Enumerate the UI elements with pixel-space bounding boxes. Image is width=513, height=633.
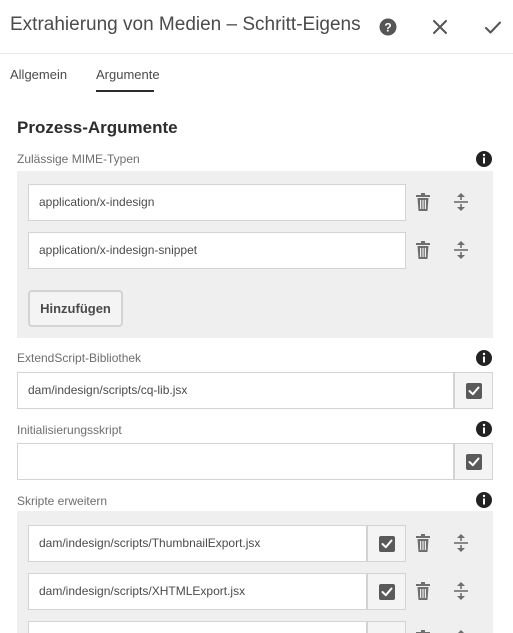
checkbox-icon — [378, 535, 395, 552]
trash-icon — [416, 241, 430, 259]
extend-scripts-multifield: dam/indesign/scripts/ThumbnailExport.jsx — [17, 511, 493, 633]
info-icon[interactable] — [475, 150, 493, 168]
help-button[interactable]: ? — [371, 10, 405, 44]
extend-script-input[interactable]: dam/indesign/scripts/ThumbnailExport.jsx — [28, 525, 367, 562]
checkbox-icon — [378, 583, 395, 600]
browse-button[interactable] — [454, 443, 493, 480]
reorder-handle[interactable] — [450, 532, 472, 554]
svg-text:?: ? — [384, 21, 391, 35]
mime-types-multifield: application/x-indesign application/x-ind… — [17, 171, 493, 338]
info-icon[interactable] — [475, 420, 493, 438]
mime-type-input[interactable]: application/x-indesign — [28, 184, 406, 221]
browse-button[interactable] — [367, 621, 406, 633]
drag-handle-icon — [454, 193, 468, 211]
reorder-handle[interactable] — [450, 191, 472, 213]
extend-scripts-label: Skripte erweitern — [17, 494, 108, 508]
reorder-handle[interactable] — [450, 239, 472, 261]
delete-button[interactable] — [412, 580, 434, 602]
tab-argumente[interactable]: Argumente — [96, 67, 160, 82]
reorder-handle[interactable] — [450, 628, 472, 633]
process-arguments-panel[interactable]: Prozess-Argumente Zulässige MIME-Typen a… — [0, 96, 513, 633]
drag-handle-icon — [454, 582, 468, 600]
browse-button[interactable] — [367, 573, 406, 610]
trash-icon — [416, 534, 430, 552]
checkbox-icon — [465, 382, 482, 399]
reorder-handle[interactable] — [450, 580, 472, 602]
delete-button[interactable] — [412, 532, 434, 554]
init-script-input[interactable] — [17, 443, 454, 480]
delete-button[interactable] — [412, 628, 434, 633]
trash-icon — [416, 582, 430, 600]
checkmark-icon — [485, 21, 501, 33]
info-icon[interactable] — [475, 349, 493, 367]
info-icon[interactable] — [475, 491, 493, 509]
add-button[interactable]: Hinzufügen — [28, 290, 123, 327]
done-button[interactable] — [476, 10, 510, 44]
extendscript-library-input[interactable]: dam/indesign/scripts/cq-lib.jsx — [17, 372, 454, 409]
tab-selected-indicator — [96, 90, 154, 92]
drag-handle-icon — [454, 534, 468, 552]
tab-bar: Allgemein Argumente — [0, 55, 513, 94]
trash-icon — [416, 193, 430, 211]
delete-button[interactable] — [412, 191, 434, 213]
extendscript-library-label: ExtendScript-Bibliothek — [17, 351, 142, 365]
close-button[interactable] — [423, 10, 457, 44]
extend-script-input[interactable] — [28, 621, 367, 633]
init-script-label: Initialisierungsskript — [17, 423, 122, 437]
drag-handle-icon — [454, 241, 468, 259]
browse-button[interactable] — [454, 372, 493, 409]
drag-handle-icon — [458, 630, 464, 633]
browse-button[interactable] — [367, 525, 406, 562]
help-circle-icon: ? — [379, 18, 397, 36]
tab-allgemein[interactable]: Allgemein — [10, 67, 67, 82]
mime-type-input[interactable]: application/x-indesign-snippet — [28, 232, 406, 269]
section-title: Prozess-Argumente — [17, 118, 178, 137]
dialog-header: Extrahierung von Medien – Schritt-Eigens… — [0, 0, 513, 54]
dialog-title: Extrahierung von Medien – Schritt-Eigens… — [10, 14, 360, 35]
mime-types-label: Zulässige MIME-Typen — [17, 152, 140, 166]
checkbox-icon — [465, 453, 482, 470]
extend-script-input[interactable]: dam/indesign/scripts/XHTMLExport.jsx — [28, 573, 367, 610]
close-icon — [433, 20, 447, 34]
delete-button[interactable] — [412, 239, 434, 261]
